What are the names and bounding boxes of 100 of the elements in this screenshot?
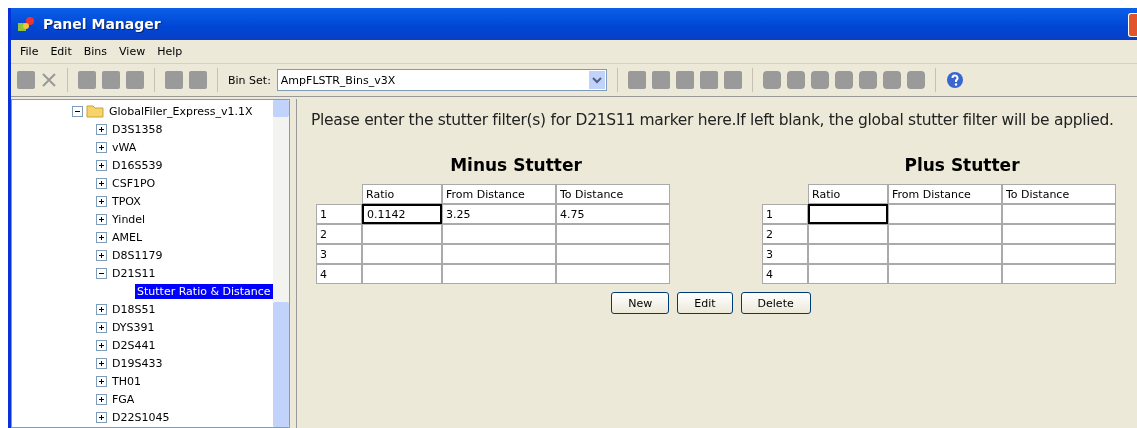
close-button[interactable] (1128, 13, 1137, 37)
table-cell[interactable] (556, 264, 670, 284)
tree-item[interactable]: Yindel (110, 211, 148, 227)
tree-item[interactable]: Stutter Ratio & Distance (135, 283, 273, 299)
table-cell[interactable] (888, 224, 1002, 244)
tree-item[interactable]: D21S11 (110, 265, 158, 281)
expand-icon[interactable] (96, 357, 107, 369)
column-header: To Distance (1002, 184, 1116, 204)
expand-icon[interactable] (96, 249, 107, 261)
window-title: Panel Manager (43, 16, 161, 32)
table-cell[interactable] (362, 244, 442, 264)
toolbar-icon[interactable] (906, 71, 925, 89)
expand-icon[interactable] (96, 393, 107, 405)
table-cell[interactable] (556, 244, 670, 264)
tree-item[interactable]: D8S1179 (110, 247, 165, 263)
table-cell[interactable]: 0.1142 (362, 204, 442, 224)
scrollbar[interactable] (272, 100, 289, 427)
table-cell[interactable] (442, 224, 556, 244)
tree-item[interactable]: D2S441 (110, 337, 158, 353)
toolbar-icon[interactable] (189, 71, 207, 89)
toolbar-icon[interactable] (102, 71, 120, 89)
table-cell[interactable] (808, 264, 888, 284)
folder-icon (86, 104, 104, 118)
table-cell[interactable] (888, 264, 1002, 284)
menu-item[interactable]: File (15, 45, 44, 58)
delete-icon[interactable] (41, 72, 57, 88)
table-cell[interactable] (442, 264, 556, 284)
tree-item[interactable]: FGA (110, 391, 137, 407)
menu-item[interactable]: Edit (45, 45, 77, 58)
tree-item[interactable]: D3S1358 (110, 121, 165, 137)
collapse-icon[interactable] (96, 267, 107, 279)
toolbar-icon[interactable] (78, 71, 96, 89)
table-cell[interactable] (1002, 204, 1116, 224)
table-cell[interactable] (362, 224, 442, 244)
column-header: Ratio (362, 184, 442, 204)
tree-item[interactable]: D22S1045 (110, 409, 172, 425)
table-cell[interactable] (888, 244, 1002, 264)
table-cell[interactable] (556, 224, 670, 244)
table-cell[interactable] (1002, 264, 1116, 284)
help-icon[interactable] (945, 71, 964, 89)
instruction-text: Please enter the stutter filter(s) for D21S11 marker here.If left blank, the global stutter filter will be applied. (311, 111, 1115, 129)
table-cell[interactable] (888, 204, 1002, 224)
action-button[interactable]: New (611, 292, 670, 314)
expand-icon[interactable] (96, 213, 107, 225)
toolbar-icon[interactable] (699, 71, 718, 89)
menu-item[interactable]: View (114, 45, 151, 58)
row-number: 3 (316, 244, 362, 264)
collapse-icon[interactable] (72, 105, 83, 117)
row-number: 4 (762, 264, 808, 284)
expand-icon[interactable] (96, 159, 107, 171)
toolbar-icon[interactable] (126, 71, 144, 89)
toolbar-icon[interactable] (165, 71, 183, 89)
tree-item[interactable]: TH01 (110, 373, 143, 389)
table-cell[interactable] (1002, 244, 1116, 264)
table-cell[interactable] (808, 244, 888, 264)
expand-icon[interactable] (96, 411, 107, 423)
expand-icon[interactable] (96, 375, 107, 387)
tree-item[interactable]: D16S539 (110, 157, 165, 173)
table-cell[interactable]: 4.75 (556, 204, 670, 224)
action-button[interactable]: Delete (740, 292, 811, 314)
tree-item[interactable]: GlobalFiler_Express_v1.1X (107, 103, 255, 119)
toolbar-icon[interactable] (786, 71, 805, 89)
toolbar-icon[interactable] (762, 71, 781, 89)
expand-icon[interactable] (96, 303, 107, 315)
toolbar-icon[interactable] (627, 71, 646, 89)
table-cell[interactable] (1002, 224, 1116, 244)
expand-icon[interactable] (96, 339, 107, 351)
tree-item[interactable]: AMEL (110, 229, 145, 245)
expand-icon[interactable] (96, 177, 107, 189)
toolbar-icon[interactable] (17, 71, 35, 89)
expand-icon[interactable] (96, 141, 107, 153)
toolbar-icon[interactable] (651, 71, 670, 89)
table-cell[interactable] (808, 204, 888, 224)
expand-icon[interactable] (96, 231, 107, 243)
bin-set-dropdown[interactable]: AmpFLSTR_Bins_v3X (276, 69, 607, 91)
table-cell[interactable] (442, 244, 556, 264)
expand-icon[interactable] (96, 195, 107, 207)
action-button[interactable]: Edit (677, 292, 733, 314)
tree-item[interactable]: TPOX (110, 193, 143, 209)
column-header: From Distance (442, 184, 556, 204)
toolbar-icon[interactable] (834, 71, 853, 89)
table-cell[interactable]: 3.25 (442, 204, 556, 224)
toolbar-icon[interactable] (810, 71, 829, 89)
toolbar-icon[interactable] (723, 71, 742, 89)
tree-item[interactable]: DYS391 (110, 319, 157, 335)
toolbar-icon[interactable] (858, 71, 877, 89)
menu-item[interactable]: Help (152, 45, 188, 58)
menu-item[interactable]: Bins (78, 45, 113, 58)
expand-icon[interactable] (96, 321, 107, 333)
tree-item[interactable]: D19S433 (110, 355, 165, 371)
table-cell[interactable] (362, 264, 442, 284)
tree-item[interactable]: CSF1PO (110, 175, 158, 191)
tree-item[interactable]: D18S51 (110, 301, 158, 317)
stutter-table[interactable]: Ratio From Distance To Distance 1 2 3 4 (762, 184, 1116, 284)
table-cell[interactable] (808, 224, 888, 244)
toolbar-icon[interactable] (882, 71, 901, 89)
tree-item[interactable]: vWA (110, 139, 139, 155)
toolbar-icon[interactable] (675, 71, 694, 89)
stutter-table[interactable]: Ratio From Distance To Distance 1 0.1142 3.25 4.75 2 3 4 (316, 184, 670, 284)
expand-icon[interactable] (96, 123, 107, 135)
